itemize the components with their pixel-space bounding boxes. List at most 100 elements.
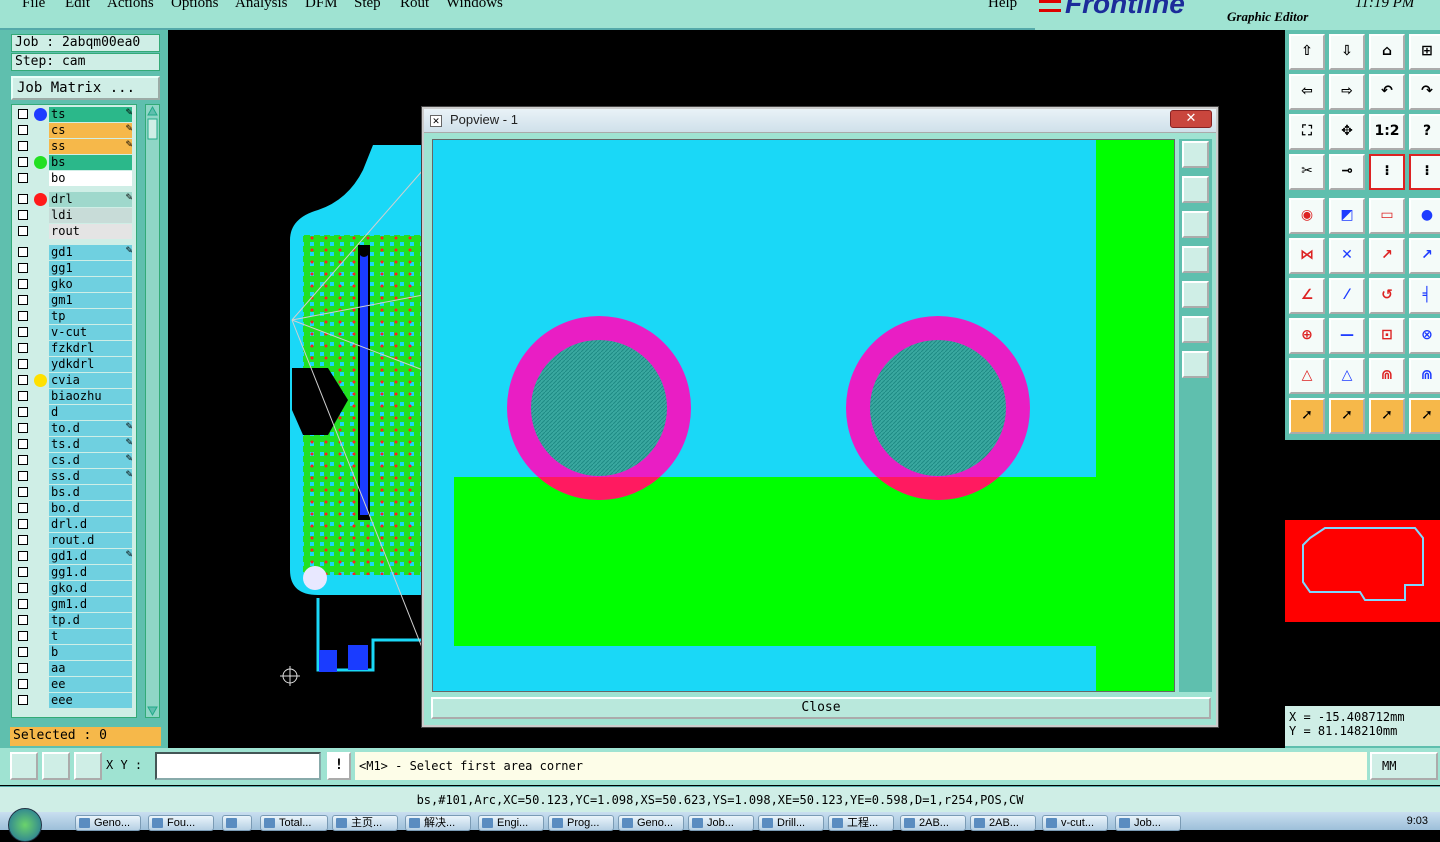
layer-row[interactable]: drl.d <box>12 517 136 532</box>
layer-checkbox[interactable] <box>18 391 28 401</box>
node-tool-icon[interactable]: ⊕ <box>1289 318 1325 354</box>
taskbar-item[interactable]: 2AB... <box>900 815 966 831</box>
layer-name[interactable]: tp.d <box>49 613 132 628</box>
circle-tool-icon[interactable]: ● <box>1409 198 1440 234</box>
connect-tool-icon[interactable]: ⋈ <box>1289 238 1325 274</box>
move-up-tool-icon[interactable]: ⇧ <box>1289 34 1325 70</box>
layer-row[interactable]: ts ✎ <box>12 107 136 122</box>
line-add-tool-icon[interactable]: ↗ <box>1369 238 1405 274</box>
layer-row[interactable]: cvia <box>12 373 136 388</box>
layer-checkbox[interactable] <box>18 599 28 609</box>
layer-row[interactable]: cs ✎ <box>12 123 136 138</box>
taskbar-item[interactable]: Geno... <box>75 815 141 831</box>
layer-name[interactable]: bs.d <box>49 485 132 500</box>
layer-checkbox[interactable] <box>18 210 28 220</box>
taskbar-item[interactable]: Engi... <box>478 815 544 831</box>
menu-analysis[interactable]: Analysis <box>235 0 288 12</box>
layer-checkbox[interactable] <box>18 567 28 577</box>
layer-list-scrollbar[interactable] <box>145 104 160 718</box>
layer-checkbox[interactable] <box>18 141 28 151</box>
select-tool-icon[interactable]: ➚ <box>1289 398 1325 434</box>
home-tool-icon[interactable]: ⌂ <box>1369 34 1405 70</box>
layer-name[interactable]: ee <box>49 677 132 692</box>
start-button-icon[interactable] <box>8 808 42 842</box>
ruler-tool-icon[interactable]: ▭ <box>1369 198 1405 234</box>
layer-row[interactable]: drl ✎ <box>12 192 136 207</box>
menu-help[interactable]: Help <box>988 0 1017 12</box>
layer-row[interactable]: bo <box>12 171 136 186</box>
traffic-tool-icon[interactable]: ⁝ <box>1369 154 1405 190</box>
measure-tool-icon[interactable]: ✂ <box>1289 154 1325 190</box>
layer-name[interactable]: to.d <box>49 421 132 436</box>
layer-checkbox[interactable] <box>18 615 28 625</box>
layer-checkbox[interactable] <box>18 631 28 641</box>
taskbar-item[interactable]: Total... <box>260 815 328 831</box>
menu-rout[interactable]: Rout <box>400 0 429 12</box>
layer-row[interactable]: aa <box>12 661 136 676</box>
layer-row[interactable]: gd1.d ✎ <box>12 549 136 564</box>
layer-row[interactable]: bs.d <box>12 485 136 500</box>
layer-checkbox[interactable] <box>18 194 28 204</box>
layer-row[interactable]: ts.d ✎ <box>12 437 136 452</box>
layer-checkbox[interactable] <box>18 109 28 119</box>
layer-checkbox[interactable] <box>18 663 28 673</box>
layer-name[interactable]: cs.d <box>49 453 132 468</box>
layer-name[interactable]: bo.d <box>49 501 132 516</box>
taskbar-item[interactable]: Fou... <box>148 815 214 831</box>
layer-row[interactable]: t <box>12 629 136 644</box>
layer-name[interactable]: gm1.d <box>49 597 132 612</box>
menu-dfm[interactable]: DFM <box>305 0 338 12</box>
layer-checkbox[interactable] <box>18 535 28 545</box>
triangle-alt-tool-icon[interactable]: △ <box>1329 358 1365 394</box>
board-minimap[interactable] <box>1285 520 1440 622</box>
zoom-fit-icon[interactable] <box>1182 316 1209 343</box>
layer-name[interactable]: b <box>49 645 132 660</box>
polygon-tool-icon[interactable]: ◩ <box>1329 198 1365 234</box>
scale-1-2-tool-icon[interactable]: 1:2 <box>1369 114 1405 150</box>
select-box-tool-icon[interactable]: ➚ <box>1329 398 1365 434</box>
execute-button[interactable]: ! <box>327 752 351 780</box>
zoom-home-icon[interactable] <box>1182 351 1209 378</box>
layer-name[interactable]: gko.d <box>49 581 132 596</box>
layer-name[interactable]: biaozhu <box>49 389 132 404</box>
arch-tool-icon[interactable]: ⋒ <box>1369 358 1405 394</box>
layer-name[interactable]: bs <box>49 155 132 170</box>
triangle-tool-icon[interactable]: △ <box>1289 358 1325 394</box>
dash-tool-icon[interactable]: — <box>1329 318 1365 354</box>
layer-row[interactable]: tp.d <box>12 613 136 628</box>
split-tool-icon[interactable]: ⊞ <box>1409 34 1440 70</box>
layer-checkbox[interactable] <box>18 583 28 593</box>
arch-alt-tool-icon[interactable]: ⋒ <box>1409 358 1440 394</box>
taskbar-item[interactable]: 解决... <box>405 815 471 831</box>
layer-name[interactable]: ydkdrl <box>49 357 132 372</box>
layer-row[interactable]: gg1.d <box>12 565 136 580</box>
layer-name[interactable]: cs <box>49 123 132 138</box>
layer-row[interactable]: gko.d <box>12 581 136 596</box>
layer-checkbox[interactable] <box>18 647 28 657</box>
layer-row[interactable]: gg1 <box>12 261 136 276</box>
pan-left-icon[interactable] <box>1182 246 1209 273</box>
layer-row[interactable]: ee <box>12 677 136 692</box>
move-right-tool-icon[interactable]: ⇨ <box>1329 74 1365 110</box>
junction-tool-icon[interactable]: ╡ <box>1409 278 1440 314</box>
layer-row[interactable]: gko <box>12 277 136 292</box>
layer-row[interactable]: tp <box>12 309 136 324</box>
layer-name[interactable]: gg1 <box>49 261 132 276</box>
close-window-button[interactable]: ✕ <box>1170 110 1212 128</box>
layer-name[interactable]: t <box>49 629 132 644</box>
layer-name[interactable]: v-cut <box>49 325 132 340</box>
help-tool-icon[interactable]: ? <box>1409 114 1440 150</box>
zoom-extents-tool-icon[interactable]: ⛶ <box>1289 114 1325 150</box>
layer-checkbox[interactable] <box>18 423 28 433</box>
line-edit-tool-icon[interactable]: ↗ <box>1409 238 1440 274</box>
layer-name[interactable]: bo <box>49 171 132 186</box>
layer-checkbox[interactable] <box>18 471 28 481</box>
menu-actions[interactable]: Actions <box>107 0 154 12</box>
layer-row[interactable]: bo.d <box>12 501 136 516</box>
layer-row[interactable]: cs.d ✎ <box>12 453 136 468</box>
snap-mode-icon[interactable] <box>10 752 38 780</box>
layer-checkbox[interactable] <box>18 327 28 337</box>
layer-name[interactable]: gd1.d <box>49 549 132 564</box>
layer-name[interactable]: ldi <box>49 208 132 223</box>
cross-tool-icon[interactable]: ✕ <box>1329 238 1365 274</box>
